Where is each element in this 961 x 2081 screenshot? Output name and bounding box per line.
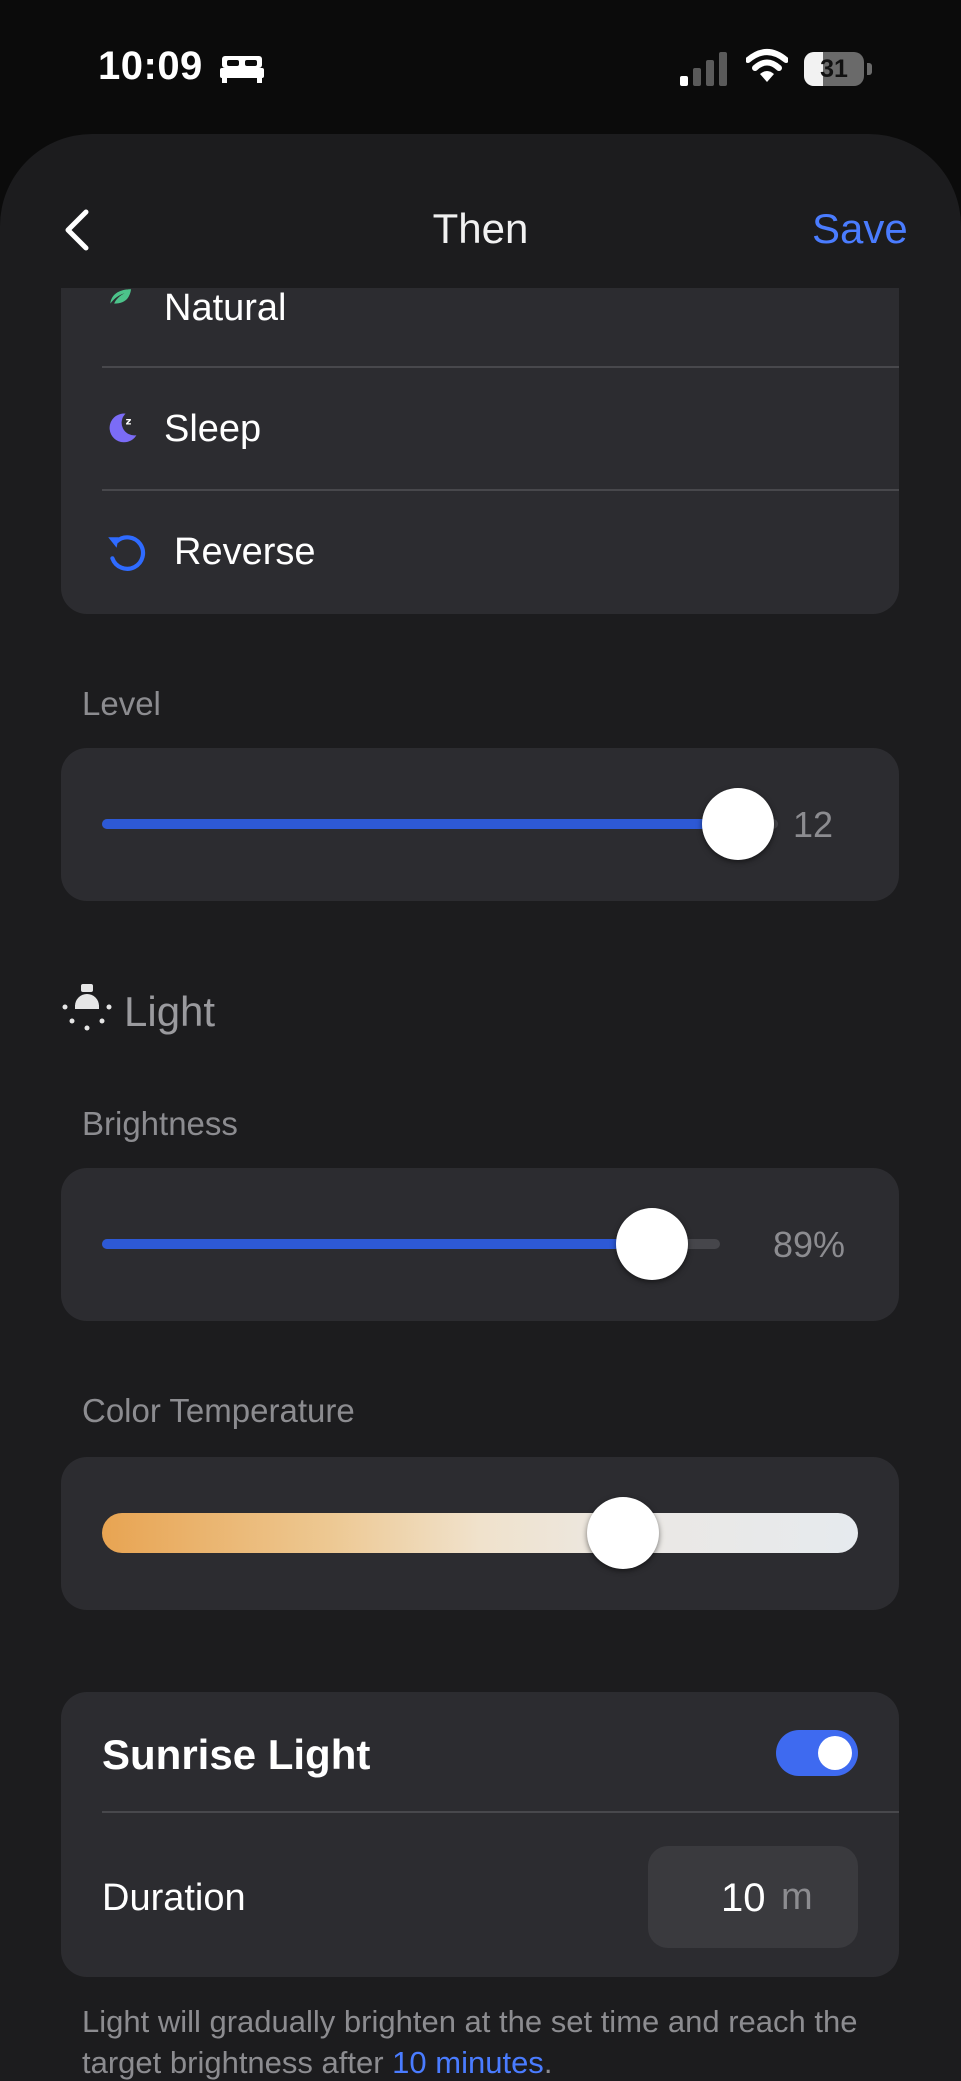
battery-percent: 31 <box>820 55 848 83</box>
sunrise-light-toggle[interactable] <box>776 1730 858 1776</box>
divider <box>102 1811 899 1813</box>
level-slider-track[interactable] <box>102 819 778 829</box>
footnote-end: . <box>543 2045 553 2080</box>
light-section-title: Light <box>124 988 216 1035</box>
cellular-signal-icon <box>680 52 727 86</box>
mode-label: Reverse <box>174 531 316 573</box>
level-slider-card: 12 <box>61 748 899 901</box>
battery-tip <box>867 63 872 75</box>
duration-unit: m <box>781 1876 813 1918</box>
color-temperature-thumb[interactable] <box>587 1497 660 1569</box>
moon-sleep-icon: z <box>109 413 137 443</box>
color-temperature-track[interactable] <box>102 1513 858 1553</box>
brightness-slider-card: 89% <box>61 1168 899 1321</box>
status-time: 10:09 <box>98 44 203 88</box>
footnote-duration-link[interactable]: 10 minutes <box>392 2045 544 2080</box>
reverse-rotate-icon <box>108 535 146 571</box>
mode-label: Natural <box>164 287 287 329</box>
battery-icon: 31 <box>804 52 872 86</box>
level-value: 12 <box>792 804 833 845</box>
svg-text:z: z <box>126 416 132 427</box>
sunrise-light-title: Sunrise Light <box>102 1731 371 1778</box>
battery-body: 31 <box>804 52 864 86</box>
wifi-icon <box>746 49 788 82</box>
level-slider-thumb[interactable] <box>702 788 774 860</box>
save-button[interactable]: Save <box>812 205 908 253</box>
sunrise-footnote: Light will gradually brighten at the set… <box>82 2001 902 2081</box>
mode-item-sleep[interactable]: z Sleep <box>102 368 899 491</box>
bed-sleep-mode-icon <box>220 56 264 83</box>
toggle-knob <box>818 1736 852 1770</box>
level-slider-fill <box>102 819 738 829</box>
status-bar: 10:09 31 <box>0 0 961 130</box>
brightness-slider-thumb[interactable] <box>616 1208 689 1280</box>
brightness-value: 89% <box>772 1224 845 1265</box>
mode-item-reverse[interactable]: Reverse <box>102 491 899 614</box>
light-bulb-icon <box>62 984 112 1031</box>
color-temperature-label: Color Temperature <box>82 1392 355 1429</box>
level-label: Level <box>82 685 161 722</box>
mode-label: Sleep <box>164 408 262 450</box>
brightness-slider-fill <box>102 1239 653 1249</box>
duration-value: 10 <box>721 1876 766 1920</box>
brightness-label: Brightness <box>82 1105 238 1142</box>
duration-label: Duration <box>102 1877 246 1919</box>
leaf-icon <box>110 289 132 304</box>
